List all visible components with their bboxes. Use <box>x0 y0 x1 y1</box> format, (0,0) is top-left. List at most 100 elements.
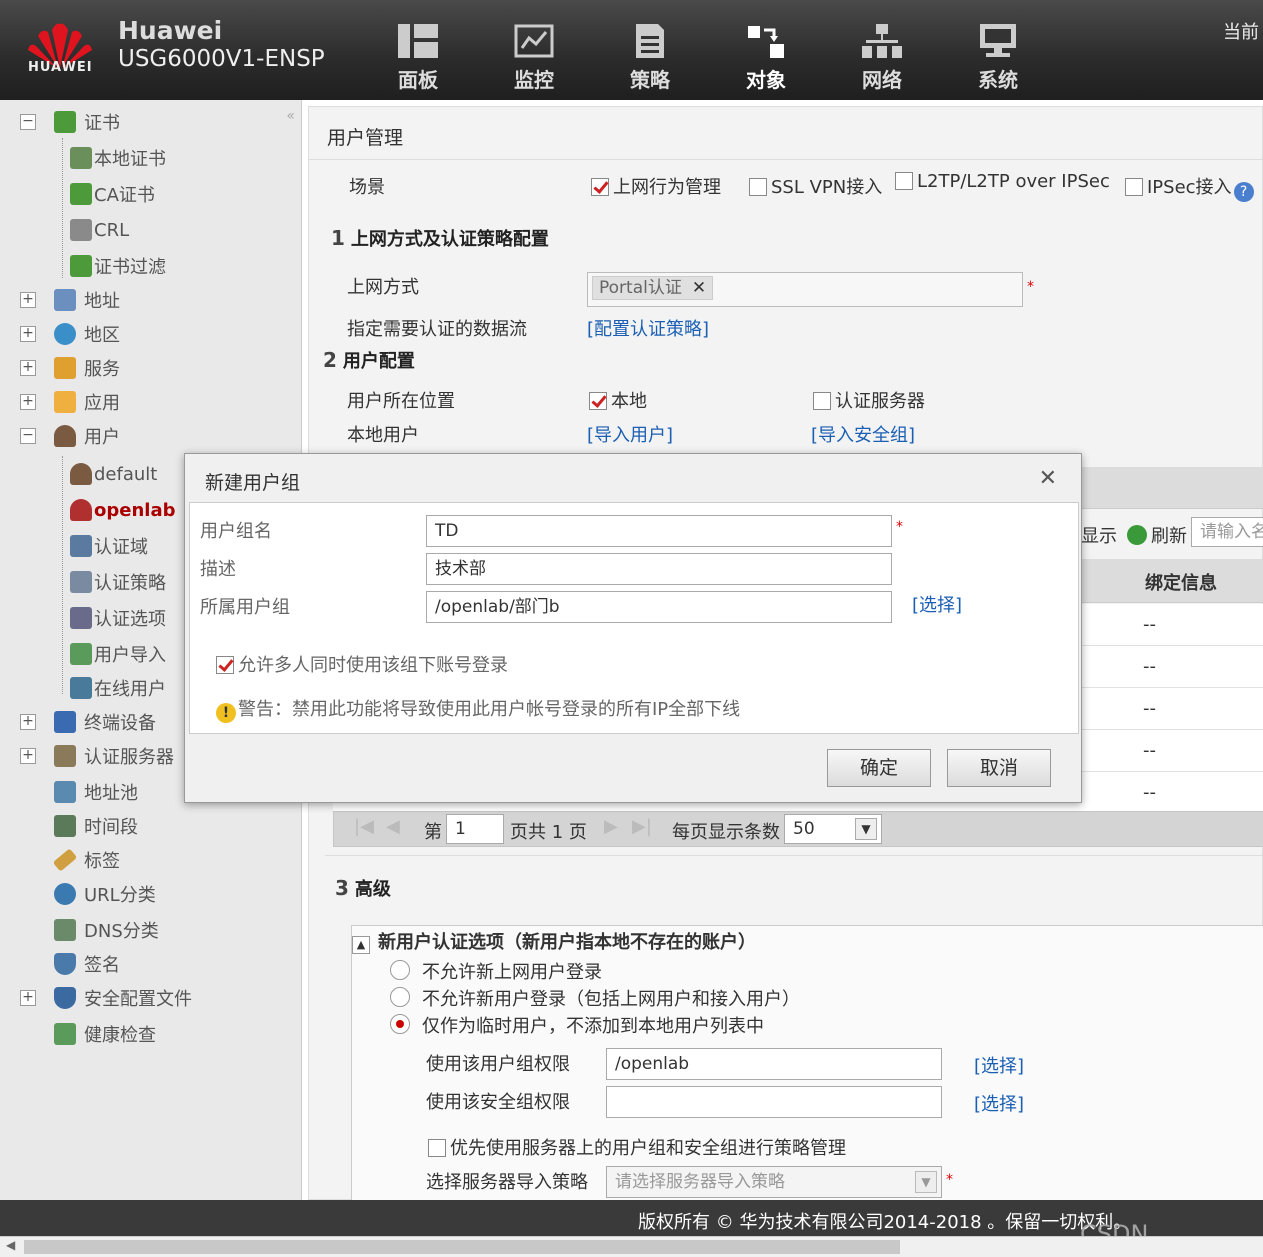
select-security-group-link[interactable]: [选择] <box>974 1090 1024 1116</box>
group-perm-input[interactable]: /openlab <box>606 1048 942 1080</box>
scene-option-l2tp[interactable]: L2TP/L2TP over IPSec <box>895 171 1110 192</box>
option-temp-user[interactable]: 仅作为临时用户，不添加到本地用户列表中 <box>422 1012 764 1038</box>
sidebar-item-user[interactable]: − 用户 <box>20 422 120 450</box>
chevron-down-icon[interactable]: ▼ <box>915 1171 937 1193</box>
access-method-field[interactable]: Portal认证 ✕ <box>587 272 1023 307</box>
sidebar-item-ca-cert[interactable]: CA证书 <box>70 180 155 208</box>
radio-deny-all-new-user[interactable] <box>390 987 410 1007</box>
new-user-options-title[interactable]: ▲ 新用户认证选项（新用户指本地不存在的账户） <box>352 928 756 954</box>
sidebar-item-crl[interactable]: CRL <box>70 216 129 244</box>
sidebar-item-openlab[interactable]: openlab <box>70 496 175 524</box>
cancel-button[interactable]: 取消 <box>947 749 1051 787</box>
close-icon[interactable]: ✕ <box>1039 466 1057 491</box>
sidebar-item-tag[interactable]: 标签 <box>52 846 120 874</box>
expand-icon[interactable]: + <box>20 292 36 308</box>
import-user-link[interactable]: [导入用户] <box>587 421 673 447</box>
sidebar-item-auth-options[interactable]: 认证选项 <box>70 604 166 632</box>
expand-icon[interactable]: + <box>20 326 36 342</box>
grid-show-button[interactable]: 显示 <box>1081 522 1117 548</box>
allow-multi-login-option[interactable]: 允许多人同时使用该组下账号登录 <box>216 651 508 677</box>
sidebar-item-health-check[interactable]: 健康检查 <box>54 1020 156 1048</box>
sidebar-item-application[interactable]: + 应用 <box>20 388 120 416</box>
location-local-option[interactable]: 本地 <box>589 387 647 413</box>
collapse-icon[interactable]: − <box>20 428 36 444</box>
collapse-section-icon[interactable]: ▲ <box>352 936 370 954</box>
nav-system[interactable]: 系统 <box>940 20 1056 93</box>
sidebar-item-auth-policy[interactable]: 认证策略 <box>70 568 166 596</box>
sidebar-item-address-pool[interactable]: 地址池 <box>54 778 138 806</box>
description-input[interactable]: 技术部 <box>426 553 892 585</box>
sidebar-item-service[interactable]: + 服务 <box>20 354 120 382</box>
sidebar-item-default[interactable]: default <box>70 460 157 488</box>
sidebar-item-local-cert[interactable]: 本地证书 <box>70 144 166 172</box>
scene-option-web-behavior[interactable]: 上网行为管理 <box>591 173 721 199</box>
scroll-left-icon[interactable]: ◀ <box>6 1238 15 1252</box>
checkbox-checked-icon[interactable] <box>591 178 609 196</box>
config-auth-policy-link[interactable]: [配置认证策略] <box>587 315 709 341</box>
import-security-group-link[interactable]: [导入安全组] <box>811 421 915 447</box>
sidebar-item-signature[interactable]: 签名 <box>54 950 120 978</box>
sec-perm-input[interactable] <box>606 1086 942 1118</box>
checkbox-icon[interactable] <box>428 1139 446 1157</box>
page-number-input[interactable]: 1 <box>446 814 504 844</box>
sidebar-item-time-range[interactable]: 时间段 <box>54 812 138 840</box>
expand-icon[interactable]: + <box>20 360 36 376</box>
nav-object[interactable]: 对象 <box>708 20 824 93</box>
scene-option-ssl-vpn[interactable]: SSL VPN接入 <box>749 173 882 199</box>
sidebar-item-cert-filter[interactable]: 证书过滤 <box>70 252 166 280</box>
radio-deny-new-web-user[interactable] <box>390 960 410 980</box>
scene-option-ipsec[interactable]: IPSec接入? <box>1125 173 1254 202</box>
prefer-server-option[interactable]: 优先使用服务器上的用户组和安全组进行策略管理 <box>428 1134 846 1160</box>
location-server-option[interactable]: 认证服务器 <box>813 387 925 413</box>
chevron-down-icon[interactable]: ▼ <box>855 818 877 840</box>
sidebar-item-url-category[interactable]: URL分类 <box>54 880 156 908</box>
scrollbar-thumb[interactable] <box>24 1240 900 1254</box>
collapse-icon[interactable]: − <box>20 114 36 130</box>
sidebar-item-address[interactable]: + 地址 <box>20 286 120 314</box>
checkbox-checked-icon[interactable] <box>589 392 607 410</box>
next-page-icon[interactable]: ▶ <box>604 816 618 837</box>
checkbox-checked-icon[interactable] <box>216 656 234 674</box>
checkbox-icon[interactable] <box>749 178 767 196</box>
expand-icon[interactable]: + <box>20 748 36 764</box>
first-page-icon[interactable]: |◀ <box>354 816 374 837</box>
parent-group-input[interactable]: /openlab/部门b <box>426 591 892 623</box>
expand-icon[interactable]: + <box>20 714 36 730</box>
select-group-link[interactable]: [选择] <box>974 1052 1024 1078</box>
checkbox-icon[interactable] <box>895 172 913 190</box>
sidebar-item-security-profile[interactable]: + 安全配置文件 <box>20 984 192 1012</box>
horizontal-scrollbar[interactable]: ◀ <box>0 1236 1263 1257</box>
help-icon[interactable]: ? <box>1233 182 1254 202</box>
sidebar-item-auth-domain[interactable]: 认证域 <box>70 532 148 560</box>
radio-temp-user[interactable] <box>390 1014 410 1034</box>
checkbox-icon[interactable] <box>813 392 831 410</box>
nav-policy[interactable]: 策略 <box>592 20 708 93</box>
sidebar-item-online-users[interactable]: 在线用户 <box>70 674 166 702</box>
nav-monitor[interactable]: 监控 <box>476 20 592 93</box>
group-name-input[interactable]: TD <box>426 515 892 547</box>
per-page-select[interactable]: 50 ▼ <box>784 814 882 844</box>
confirm-button[interactable]: 确定 <box>827 749 931 787</box>
remove-tag-icon[interactable]: ✕ <box>692 278 706 298</box>
checkbox-icon[interactable] <box>1125 178 1143 196</box>
collapse-sidebar-icon[interactable]: « <box>286 108 295 124</box>
select-parent-group-link[interactable]: [选择] <box>912 591 962 617</box>
grid-refresh-button[interactable]: 刷新 <box>1127 522 1187 548</box>
nav-dashboard[interactable]: 面板 <box>360 20 476 93</box>
column-bind-info[interactable]: 绑定信息 <box>1145 569 1217 595</box>
sidebar-item-user-import[interactable]: 用户导入 <box>70 640 166 668</box>
sidebar-item-terminal[interactable]: + 终端设备 <box>20 708 156 736</box>
grid-search-input[interactable]: 请输入名 <box>1191 517 1263 547</box>
import-policy-select[interactable]: 请选择服务器导入策略 ▼ <box>606 1166 942 1198</box>
expand-icon[interactable]: + <box>20 394 36 410</box>
sidebar-item-cert[interactable]: − 证书 <box>20 108 120 136</box>
last-page-icon[interactable]: ▶| <box>632 816 652 837</box>
expand-icon[interactable]: + <box>20 990 36 1006</box>
option-deny-all-new-user[interactable]: 不允许新用户登录（包括上网用户和接入用户） <box>422 985 800 1011</box>
prev-page-icon[interactable]: ◀ <box>386 816 400 837</box>
sidebar-item-auth-server[interactable]: + 认证服务器 <box>20 742 174 770</box>
sidebar-item-dns-category[interactable]: DNS分类 <box>54 916 159 944</box>
nav-network[interactable]: 网络 <box>824 20 940 93</box>
option-deny-new-web-user[interactable]: 不允许新上网用户登录 <box>422 958 602 984</box>
sidebar-item-region[interactable]: + 地区 <box>20 320 120 348</box>
